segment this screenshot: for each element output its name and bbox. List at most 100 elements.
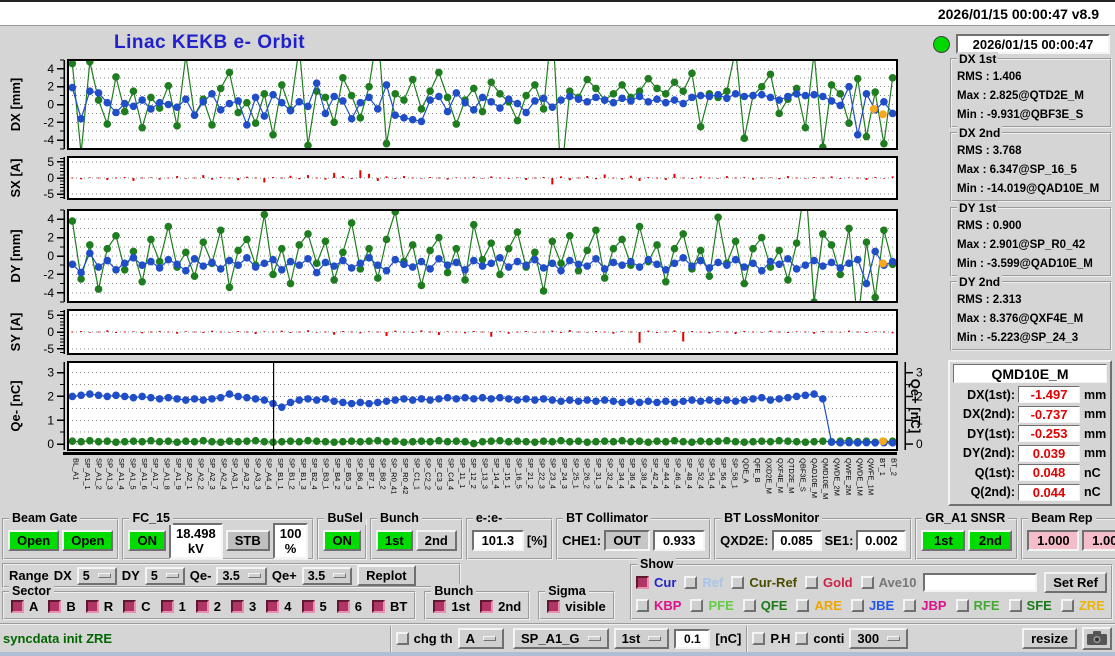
checkbox-1st[interactable]: 1st [433, 599, 470, 614]
sx-plot: 5 0 -5 SX [A] [8, 155, 898, 201]
range-label: Range [9, 568, 49, 583]
busel-on-button[interactable]: ON [323, 530, 361, 551]
range-dx-select[interactable]: 5 [76, 566, 117, 585]
show-row-2: KBP PFE QFE ARE JBE JBP RFE SFE ZRE [636, 594, 1107, 617]
monitor-row-unit: mm [1084, 387, 1107, 402]
svg-text:SP_A2_3: SP_A2_3 [208, 458, 217, 490]
range-qem-select[interactable]: 3.5 [216, 566, 267, 585]
qe-right-axis-label: Qe+ [nC] [908, 379, 923, 434]
bunch-2nd-button[interactable]: 2nd [415, 530, 457, 551]
gr-a1-snsr-label: GR_A1 SNSR [922, 511, 1009, 525]
checkbox-qfe[interactable]: QFE [742, 598, 788, 613]
show-group: Show Cur Ref Cur-Ref Gold Ave10 Set Ref KBP P… [630, 557, 1113, 620]
stats-dy-1st: DY 1st RMS : 0.900 Max : 2.901@SP_R0_42 … [950, 201, 1112, 277]
checkbox-are[interactable]: ARE [796, 598, 842, 613]
checkbox-jbp[interactable]: JBP [903, 598, 947, 613]
checkbox-5[interactable]: 5 [301, 599, 327, 614]
gr-a1-2nd-button[interactable]: 2nd [968, 530, 1013, 551]
checkbox-b[interactable]: B [48, 599, 76, 614]
stat-line: Max : 6.347@SP_16_5 [957, 164, 1077, 176]
status-bar: syncdata init ZRE chg th A SP_A1_G 1st 0… [0, 623, 1115, 652]
stats-dx-2nd: DX 2nd RMS : 3.768 Max : 6.347@SP_16_5 M… [950, 126, 1112, 202]
checkbox-4[interactable]: 4 [266, 599, 292, 614]
monitor-row-label: DX(1st): [967, 387, 1015, 402]
svg-text:-4: -4 [43, 133, 54, 147]
checkbox-pfe[interactable]: PFE [690, 598, 734, 613]
svg-text:BL_A1: BL_A1 [72, 458, 81, 481]
checkbox-box [433, 600, 447, 613]
stat-line: Min : -5.223@SP_24_3 [957, 332, 1079, 344]
qxd2e-label: QXD2E: [720, 533, 769, 548]
gr-a1-1st-button[interactable]: 1st [921, 530, 966, 551]
checkbox-label: 2 [213, 599, 222, 614]
screenshot-button[interactable] [1082, 627, 1112, 650]
checkbox-visible[interactable]: visible [547, 599, 606, 614]
checkbox-gold[interactable]: Gold [805, 575, 853, 590]
svg-text:5: 5 [47, 155, 54, 169]
points-value: 300 [857, 631, 880, 646]
checkbox-box [336, 600, 350, 613]
ref-name-input[interactable] [923, 573, 1038, 592]
checkbox-ave10[interactable]: Ave10 [860, 575, 916, 590]
checkbox-kbp[interactable]: KBP [636, 598, 681, 613]
checkbox-label: QFE [760, 598, 788, 613]
svg-text:QTD2E_M: QTD2E_M [787, 458, 796, 493]
beam-gate-open-button-1[interactable]: Open [8, 530, 60, 551]
monitor-row: DX(2nd): -0.737 mm [953, 405, 1107, 425]
checkbox-2nd[interactable]: 2nd [480, 599, 521, 614]
svg-text:SP_36_4: SP_36_4 [628, 458, 637, 489]
checkbox-3[interactable]: 3 [231, 599, 256, 614]
svg-text:SP_14_4: SP_14_4 [492, 458, 501, 489]
svg-text:SP_A3_1: SP_A3_1 [231, 458, 240, 490]
sy-plot: 5 0 -5 SY [A] [8, 308, 898, 356]
beam-gate-open-button-2[interactable]: Open [62, 530, 114, 551]
checkbox-jbe[interactable]: JBE [850, 598, 894, 613]
svg-text:QFE_B: QFE_B [753, 458, 762, 483]
checkbox-cur-ref[interactable]: Cur-Ref [731, 575, 797, 590]
option-menu-indicator [97, 573, 111, 578]
svg-text:QWFE_2M: QWFE_2M [844, 458, 853, 495]
checkbox-label: KBP [654, 598, 682, 613]
svg-text:0: 0 [47, 325, 54, 339]
checkbox-a[interactable]: A [11, 599, 38, 614]
points-select[interactable]: 300 [849, 628, 909, 649]
statusbar-text-input[interactable] [913, 629, 1013, 648]
checkbox-zre[interactable]: ZRE [1060, 598, 1105, 613]
linac-orbit-window: 2026/01/15 00:00:47 v8.9 Linac KEKB e- O… [0, 0, 1115, 656]
checkbox-box [731, 576, 745, 589]
fc15-on-button[interactable]: ON [128, 530, 166, 551]
bunch-1st-button[interactable]: 1st [375, 530, 413, 551]
checkbox-6[interactable]: 6 [336, 599, 362, 614]
bunch-top-label: Bunch [376, 511, 422, 525]
checkbox-r[interactable]: R [85, 599, 113, 614]
bunch-bottom-group: Bunch 1st 2nd [424, 584, 531, 620]
checkbox-ref[interactable]: Ref [684, 575, 723, 590]
checkbox-2[interactable]: 2 [195, 599, 222, 614]
replot-button[interactable]: Replot [357, 565, 416, 586]
monitor-row: Q(2nd): 0.044 nC [953, 483, 1107, 503]
checkbox-label: 1st [451, 599, 471, 614]
range-dy-select[interactable]: 5 [144, 566, 185, 585]
range-qep-value: 3.5 [307, 568, 326, 583]
set-ref-button[interactable]: Set Ref [1044, 572, 1107, 593]
checkbox-rfe[interactable]: RFE [955, 598, 1000, 613]
conti-checkbox[interactable]: conti [795, 631, 844, 646]
checkbox-c[interactable]: C [123, 599, 151, 614]
checkbox-sfe[interactable]: SFE [1008, 598, 1052, 613]
monitor-panel: QMD10E_M DX(1st): -1.497 mm DX(2nd): -0.… [948, 360, 1112, 506]
ph-checkbox[interactable]: P.H [752, 631, 790, 646]
chg-th-select[interactable]: A [457, 628, 505, 649]
checkbox-1[interactable]: 1 [160, 599, 186, 614]
sp-select[interactable]: SP_A1_G [513, 628, 609, 649]
threshold-input[interactable]: 0.1 [674, 628, 711, 649]
chg-th-checkbox[interactable]: chg th [395, 631, 453, 646]
checkbox-box [123, 600, 137, 613]
fc15-stb-button[interactable]: STB [225, 530, 270, 551]
range-qep-select[interactable]: 3.5 [301, 566, 353, 585]
svg-text:SP_A1_5: SP_A1_5 [128, 458, 137, 490]
checkbox-box [547, 600, 561, 613]
bunch-select[interactable]: 1st [613, 628, 670, 649]
checkbox-cur[interactable]: Cur [636, 575, 676, 590]
resize-button[interactable]: resize [1022, 628, 1077, 649]
checkbox-bt[interactable]: BT [371, 599, 407, 614]
